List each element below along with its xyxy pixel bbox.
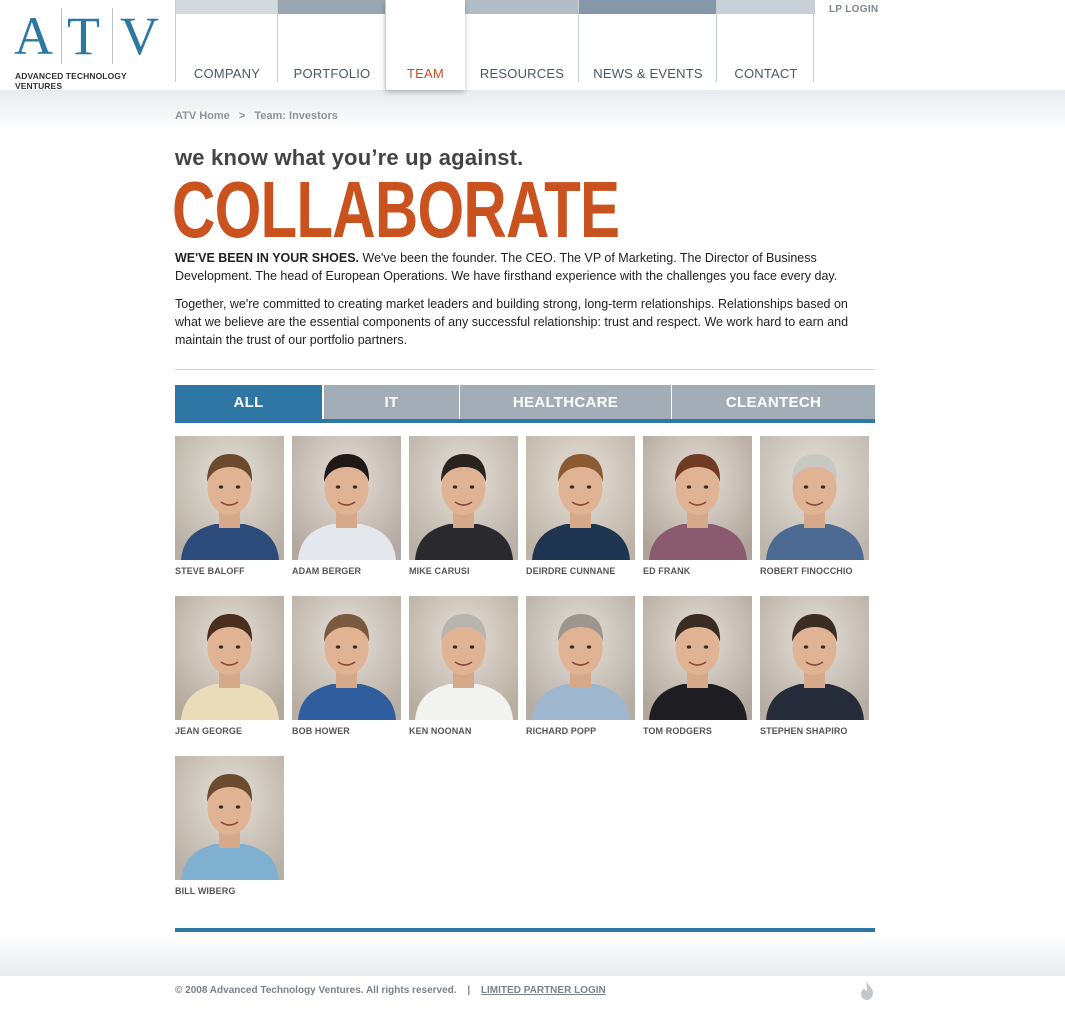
nav-item-bar [465, 0, 579, 14]
nav-item-team[interactable]: TEAM [385, 0, 465, 90]
intro-paragraph-2: Together, we're committed to creating ma… [175, 297, 849, 347]
nav-item-label: PORTFOLIO [293, 66, 371, 81]
team-member-name[interactable]: MIKE CARUSI [409, 566, 470, 576]
nav-item-company[interactable]: COMPANY [175, 0, 278, 82]
intro-paragraph-1: WE'VE BEEN IN YOUR SHOES. We've been the… [175, 249, 875, 285]
tabs-underline [175, 419, 875, 423]
team-member-photo [409, 596, 518, 720]
team-member-name[interactable]: KEN NOONAN [409, 726, 472, 736]
logo-divider [61, 8, 62, 64]
team-member-photo [292, 436, 401, 560]
footer: © 2008 Advanced Technology Ventures. All… [175, 985, 606, 996]
footer-separator: | [467, 985, 471, 996]
team-member-photo [526, 436, 635, 560]
bottom-divider [175, 928, 875, 932]
breadcrumb-current: Team: Investors [254, 110, 338, 122]
nav-item-portfolio[interactable]: PORTFOLIO [277, 0, 386, 82]
hero-heading: COLLABORATE [172, 165, 620, 254]
breadcrumb-home-link[interactable]: ATV Home [175, 110, 230, 122]
nav-item-bar [579, 0, 717, 14]
tab-all[interactable]: ALL [175, 385, 322, 419]
team-member-photo [526, 596, 635, 720]
nav-item-resources[interactable]: RESOURCES [464, 0, 579, 82]
logo-divider [112, 8, 113, 64]
tab-cleantech[interactable]: CLEANTECH [672, 385, 875, 419]
nav-item-label: NEWS & EVENTS [593, 66, 703, 81]
limited-partner-login-link[interactable]: LIMITED PARTNER LOGIN [481, 985, 606, 996]
header-gradient [0, 90, 1065, 132]
footer-copyright: © 2008 Advanced Technology Ventures. All… [175, 985, 457, 996]
logo-letter-t: T [67, 6, 102, 66]
team-member-name[interactable]: ED FRANK [643, 566, 690, 576]
logo-letter-a: A [14, 6, 55, 66]
tab-healthcare[interactable]: HEALTHCARE [460, 385, 671, 419]
breadcrumb: ATV Home > Team: Investors [175, 110, 338, 122]
tab-it[interactable]: IT [324, 385, 459, 419]
team-member-photo [643, 436, 752, 560]
nav-item-label: CONTACT [734, 66, 798, 81]
team-member-name[interactable]: JEAN GEORGE [175, 726, 242, 736]
team-member-name[interactable]: DEIRDRE CUNNANE [526, 566, 616, 576]
atv-logo[interactable]: A T V ADVANCED TECHNOLOGY VENTURES [0, 0, 175, 91]
nav-item-label: RESOURCES [479, 66, 565, 81]
logo-letter-v: V [120, 6, 161, 66]
flame-icon [861, 982, 873, 1000]
nav-item-label: TEAM [407, 66, 444, 81]
team-member-photo [760, 596, 869, 720]
nav-item-news-events[interactable]: NEWS & EVENTS [578, 0, 717, 82]
nav-item-bar [717, 0, 815, 14]
nav-item-label: COMPANY [193, 66, 261, 81]
team-member-name[interactable]: ROBERT FINOCCHIO [760, 566, 853, 576]
nav-end-divider [813, 0, 814, 82]
footer-gradient [0, 934, 1065, 976]
team-member-name[interactable]: STEVE BALOFF [175, 566, 245, 576]
nav-item-bar [176, 0, 278, 14]
team-member-photo [643, 596, 752, 720]
team-member-photo [292, 596, 401, 720]
lp-login-link[interactable]: LP LOGIN [829, 4, 878, 15]
team-member-name[interactable]: STEPHEN SHAPIRO [760, 726, 848, 736]
intro-lead: WE'VE BEEN IN YOUR SHOES. [175, 251, 360, 265]
team-member-name[interactable]: BOB HOWER [292, 726, 350, 736]
team-member-name[interactable]: TOM RODGERS [643, 726, 712, 736]
team-member-photo [175, 756, 284, 880]
team-member-photo [175, 436, 284, 560]
logo-subtitle: ADVANCED TECHNOLOGY VENTURES [15, 71, 127, 91]
team-member-photo [409, 436, 518, 560]
team-member-photo [175, 596, 284, 720]
sector-tabs: ALL IT HEALTHCARE CLEANTECH [175, 385, 875, 419]
team-member-name[interactable]: RICHARD POPP [526, 726, 596, 736]
nav-item-bar [386, 0, 465, 14]
team-member-name[interactable]: ADAM BERGER [292, 566, 361, 576]
team-member-name[interactable]: BILL WIBERG [175, 886, 235, 896]
breadcrumb-separator: > [238, 110, 246, 122]
nav-item-contact[interactable]: CONTACT [716, 0, 815, 82]
section-divider [175, 369, 875, 370]
nav-item-bar [278, 0, 386, 14]
team-member-photo [760, 436, 869, 560]
